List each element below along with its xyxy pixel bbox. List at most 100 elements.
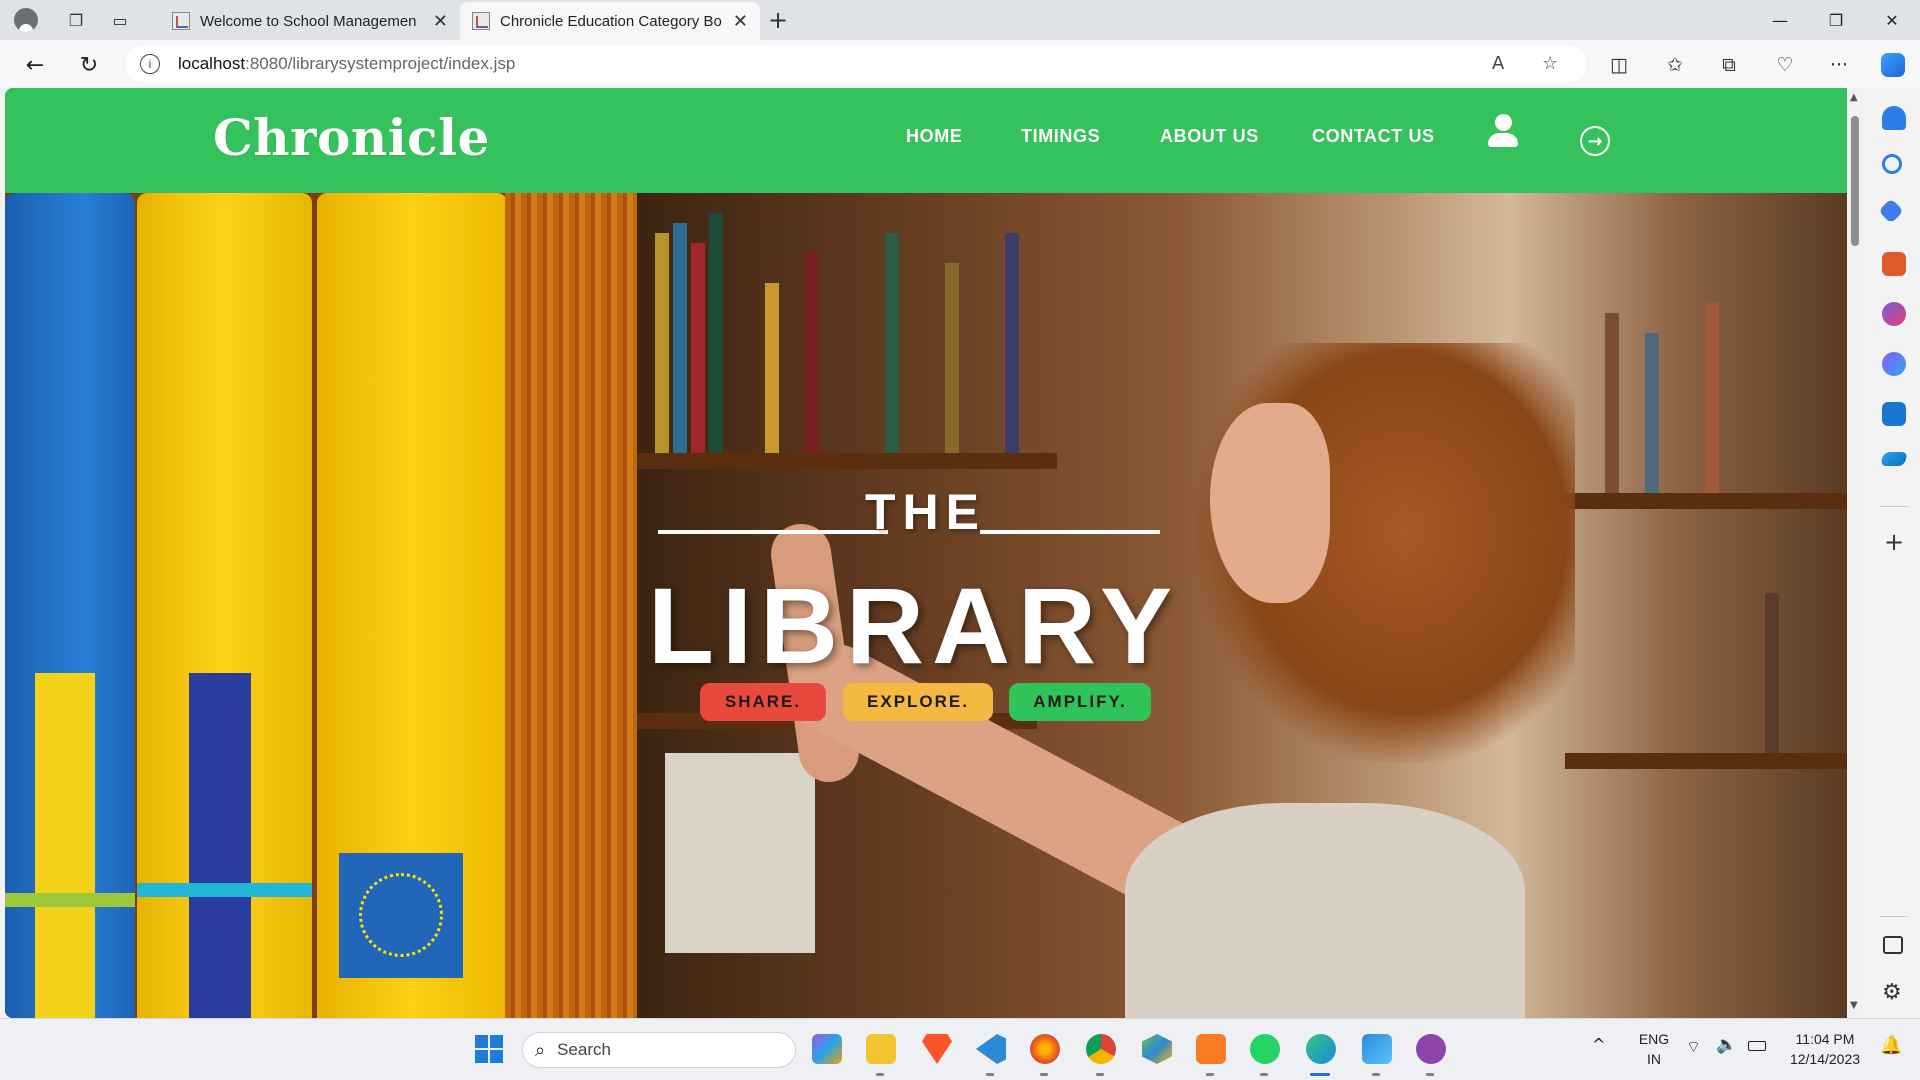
scroll-up-icon[interactable]: ▲ <box>1850 92 1858 103</box>
copilot-preview-icon[interactable] <box>812 1034 842 1064</box>
workspaces-icon[interactable]: ❐ <box>62 6 90 34</box>
xampp-cube-icon[interactable] <box>1142 1034 1172 1064</box>
photos-icon[interactable] <box>1362 1034 1392 1064</box>
new-tab-icon[interactable]: + <box>764 6 792 34</box>
windows-start-icon[interactable] <box>474 1034 504 1064</box>
search-icon[interactable] <box>1882 154 1902 174</box>
taskbar-search[interactable]: ⌕ Search <box>522 1032 796 1068</box>
collections-icon[interactable]: ⧉ <box>1714 50 1744 80</box>
hero-line-left <box>658 530 888 534</box>
edge-icon[interactable] <box>1306 1034 1336 1064</box>
book <box>945 263 959 453</box>
nav-timings[interactable]: TIMINGS <box>1021 126 1100 147</box>
running-indicator <box>876 1073 884 1076</box>
running-indicator <box>1206 1073 1214 1076</box>
nav-contact-us[interactable]: CONTACT US <box>1312 126 1435 147</box>
login-icon[interactable]: → <box>1580 126 1610 156</box>
chrome-icon[interactable] <box>1086 1034 1116 1064</box>
file-explorer-icon[interactable] <box>866 1034 896 1064</box>
favorites-icon[interactable]: ✩ <box>1660 50 1690 80</box>
language-region[interactable]: IN <box>1634 1051 1674 1067</box>
site-info-icon[interactable]: i <box>140 54 160 74</box>
book <box>885 233 899 453</box>
user-icon[interactable] <box>1487 114 1519 150</box>
close-window-icon[interactable]: ✕ <box>1864 0 1920 40</box>
book <box>655 233 669 453</box>
browser-tab-bar: ❐ ▭ Welcome to School Managemen ✕ Chroni… <box>0 0 1920 40</box>
amplify-badge: AMPLIFY. <box>1009 683 1151 721</box>
edge-sidebar: + ⚙ <box>1868 88 1920 1018</box>
xampp-icon[interactable] <box>1196 1034 1226 1064</box>
shelf-board <box>637 453 1057 469</box>
book <box>1705 303 1719 493</box>
share-badge: SHARE. <box>700 683 826 721</box>
running-indicator <box>1096 1073 1104 1076</box>
refresh-icon[interactable]: ↻ <box>72 48 106 82</box>
scroll-down-icon[interactable]: ▼ <box>1850 1000 1858 1011</box>
profile-icon[interactable] <box>12 6 40 34</box>
browser-toolbar: ← ↻ i localhost:8080/librarysystemprojec… <box>0 40 1920 88</box>
games-icon[interactable] <box>1882 302 1906 326</box>
notification-bell-icon[interactable]: 🔔 <box>1880 1035 1902 1056</box>
github-desktop-icon[interactable] <box>1416 1034 1446 1064</box>
search-placeholder: Search <box>557 1040 611 1059</box>
restore-icon[interactable]: ❐ <box>1808 0 1864 40</box>
split-screen-icon[interactable]: ◫ <box>1604 50 1634 80</box>
site-logo[interactable]: Chronicle <box>213 108 490 167</box>
tab-school-management[interactable]: Welcome to School Managemen ✕ <box>160 2 460 40</box>
read-aloud-icon[interactable]: A <box>1492 53 1504 74</box>
firefox-icon[interactable] <box>1030 1034 1060 1064</box>
tab-chronicle[interactable]: Chronicle Education Category Bo ✕ <box>460 2 760 40</box>
hide-sidebar-icon[interactable] <box>1883 936 1903 954</box>
close-tab-icon[interactable]: ✕ <box>733 11 748 32</box>
battery-icon[interactable] <box>1748 1041 1766 1051</box>
book <box>709 213 723 453</box>
address-bar[interactable]: i localhost:8080/librarysystemproject/in… <box>126 45 1586 83</box>
hero-title-the: THE <box>865 484 986 540</box>
active-indicator <box>1310 1073 1330 1076</box>
outlook-icon[interactable] <box>1882 402 1906 426</box>
brave-browser-icon[interactable] <box>922 1034 952 1064</box>
vertical-tabs-icon[interactable]: ▭ <box>106 6 134 34</box>
clock-time[interactable]: 11:04 PM <box>1780 1031 1870 1047</box>
url-host: localhost <box>178 54 246 73</box>
nav-about-us[interactable]: ABOUT US <box>1160 126 1259 147</box>
page-scrollbar[interactable]: ▲ ▼ <box>1847 88 1865 1018</box>
volume-icon[interactable]: 🔈 <box>1716 1035 1737 1055</box>
search-icon: ⌕ <box>535 1039 546 1061</box>
add-sidebar-app-icon[interactable]: + <box>1884 528 1904 556</box>
more-menu-icon[interactable]: ··· <box>1824 50 1854 80</box>
hero-title-library: LIBRARY <box>648 565 1180 686</box>
notifications-icon[interactable] <box>1882 106 1906 130</box>
browser-essentials-icon[interactable]: ♡ <box>1770 50 1800 80</box>
show-hidden-icons-icon[interactable]: ^ <box>1592 1035 1605 1054</box>
shopping-icon[interactable] <box>1878 198 1904 224</box>
settings-gear-icon[interactable]: ⚙ <box>1882 980 1902 1005</box>
clock-date[interactable]: 12/14/2023 <box>1780 1051 1870 1067</box>
page-viewport: Chronicle HOME TIMINGS ABOUT US CONTACT … <box>5 88 1847 1018</box>
minimize-icon[interactable]: — <box>1752 0 1808 40</box>
microsoft-365-icon[interactable] <box>1882 352 1906 376</box>
whatsapp-icon[interactable] <box>1250 1034 1280 1064</box>
scrollbar-thumb[interactable] <box>1851 116 1859 246</box>
favorite-star-icon[interactable]: ☆ <box>1542 53 1558 74</box>
drop-icon[interactable] <box>1880 452 1908 466</box>
sidebar-separator <box>1880 506 1908 507</box>
copilot-icon[interactable] <box>1878 50 1908 80</box>
wifi-icon[interactable]: ⌔ <box>1686 1037 1701 1057</box>
tools-icon[interactable] <box>1882 252 1906 276</box>
vscode-icon[interactable] <box>976 1034 1006 1064</box>
running-indicator <box>1372 1073 1380 1076</box>
close-tab-icon[interactable]: ✕ <box>433 11 448 32</box>
nav-home[interactable]: HOME <box>906 126 962 147</box>
book-blue <box>5 193 135 1018</box>
back-icon[interactable]: ← <box>18 48 52 82</box>
language-code[interactable]: ENG <box>1634 1031 1674 1047</box>
shelf-board <box>1565 493 1847 509</box>
book-yellow <box>137 193 312 1018</box>
wooden-shelf <box>505 193 637 1018</box>
hero-image-books <box>5 193 637 1018</box>
book <box>673 223 687 453</box>
book <box>1605 313 1619 493</box>
hero-line-right <box>980 530 1160 534</box>
